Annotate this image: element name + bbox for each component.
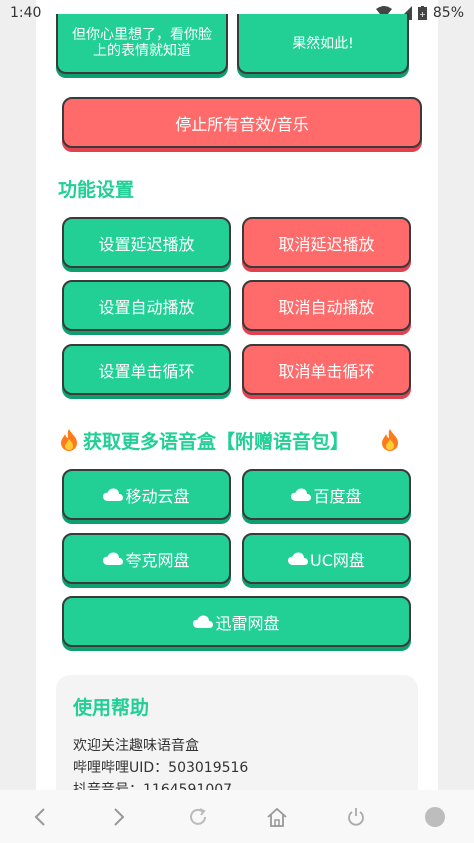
help-line-welcome: 欢迎关注趣味语音盒	[73, 738, 199, 754]
power-button[interactable]	[338, 799, 374, 835]
menu-button[interactable]	[417, 799, 453, 835]
home-icon	[266, 807, 287, 827]
cloud-icon	[291, 488, 312, 501]
xunlei-disk-label: 迅雷网盘	[215, 613, 280, 633]
cancel-auto-button[interactable]: 取消自动播放	[242, 280, 411, 331]
cloud-icon	[193, 615, 214, 628]
set-delay-button[interactable]: 设置延迟播放	[62, 217, 231, 268]
mobile-cloud-label: 移动云盘	[125, 486, 190, 506]
baidu-disk-label: 百度盘	[313, 486, 362, 506]
chevron-left-icon	[34, 807, 45, 826]
refresh-icon	[189, 807, 206, 825]
set-auto-button[interactable]: 设置自动播放	[62, 280, 231, 331]
cloud-icon	[103, 488, 124, 501]
help-line-bilibili: 哔哩哔哩UID：503019516	[73, 760, 249, 776]
back-button[interactable]	[22, 799, 58, 835]
cloud-icon	[103, 552, 124, 565]
uc-disk-label: UC网盘	[310, 550, 365, 570]
downloads-title: 获取更多语音盒【附赠语音包】	[83, 431, 350, 453]
help-title: 使用帮助	[73, 697, 150, 719]
svg-text:+: +	[419, 10, 426, 19]
uc-disk-button[interactable]: UC网盘	[242, 533, 411, 584]
cancel-loop-button[interactable]: 取消单击循环	[242, 344, 411, 395]
mobile-cloud-button[interactable]: 移动云盘	[62, 469, 231, 520]
circle-icon	[424, 806, 445, 827]
settings-title: 功能设置	[58, 179, 135, 201]
xunlei-disk-button[interactable]: 迅雷网盘	[62, 596, 411, 647]
baidu-disk-button[interactable]: 百度盘	[242, 469, 411, 520]
fire-icon-right	[382, 429, 398, 451]
browser-nav-bar	[0, 790, 474, 843]
power-icon	[347, 807, 364, 826]
set-loop-button[interactable]: 设置单击循环	[62, 344, 231, 395]
fire-icon-left	[61, 429, 77, 451]
status-time: 1:40	[10, 5, 42, 21]
forward-button[interactable]	[101, 799, 137, 835]
battery-icon: +	[417, 6, 427, 20]
sound-button-indeed[interactable]: 果然如此!	[237, 14, 409, 74]
cloud-icon	[288, 552, 309, 565]
battery-percent: 85%	[432, 5, 464, 21]
cancel-delay-button[interactable]: 取消延迟播放	[242, 217, 411, 268]
chevron-right-icon	[113, 807, 124, 826]
home-button[interactable]	[259, 799, 295, 835]
stop-all-button[interactable]: 停止所有音效/音乐	[62, 97, 422, 148]
quark-disk-button[interactable]: 夸克网盘	[62, 533, 231, 584]
refresh-button[interactable]	[180, 799, 216, 835]
quark-disk-label: 夸克网盘	[125, 550, 190, 570]
sound-button-face[interactable]: 但你心里想了，看你脸上的表情就知道	[56, 14, 228, 74]
